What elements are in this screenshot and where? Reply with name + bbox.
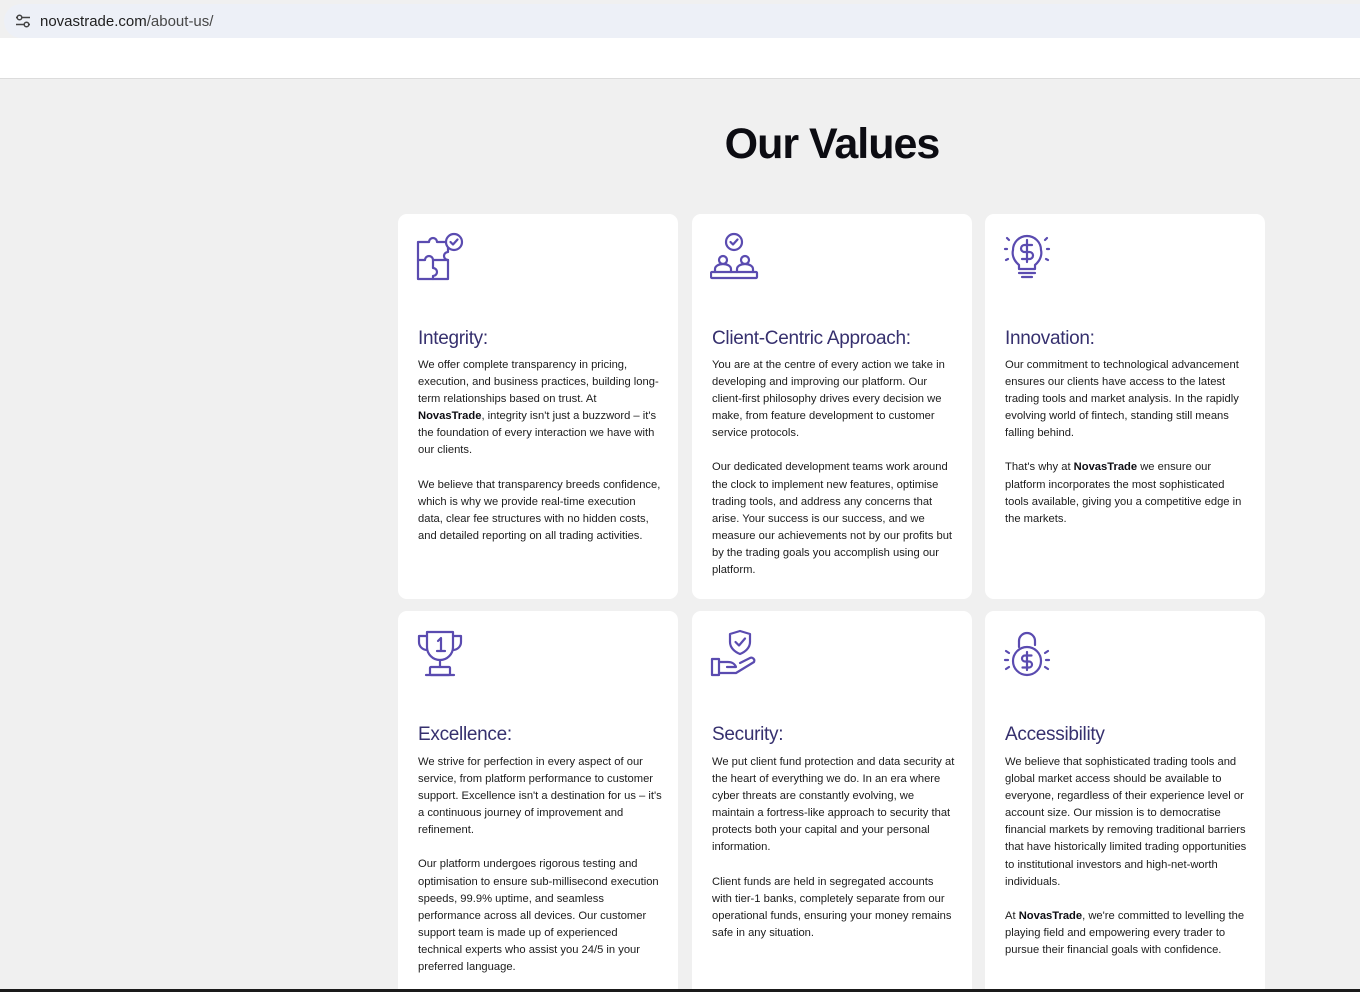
- value-title: Client-Centric Approach:: [712, 328, 911, 349]
- lightbulb-dollar-icon: [1003, 232, 1053, 282]
- value-description: We strive for perfection in every aspect…: [418, 756, 662, 974]
- brand-name: NovasTrade: [1073, 461, 1138, 474]
- url-domain: novastrade.com: [40, 12, 147, 30]
- address-bar[interactable]: novastrade.com/about-us/: [4, 4, 1360, 38]
- value-title: Excellence:: [418, 724, 512, 745]
- value-title: Innovation:: [1005, 328, 1095, 349]
- value-card-accessibility: Accessibility We believe that sophistica…: [985, 611, 1265, 992]
- tune-icon[interactable]: [15, 14, 31, 28]
- value-title: Security:: [712, 724, 784, 745]
- value-card-integrity: Integrity: We offer complete transparenc…: [398, 214, 678, 599]
- hand-shield-icon: [710, 629, 760, 679]
- url-path: /about-us/: [146, 12, 214, 30]
- value-title: Integrity:: [418, 328, 488, 349]
- value-card-client-centric: Client-Centric Approach: You are at the …: [692, 214, 972, 599]
- value-description: We believe that sophisticated trading to…: [1005, 756, 1247, 956]
- brand-name: NovasTrade: [1018, 909, 1083, 922]
- site-header: [0, 38, 1360, 79]
- unlock-dollar-icon: [1003, 629, 1053, 679]
- value-description: You are at the centre of every action we…: [712, 359, 953, 577]
- value-card-innovation: Innovation: Our commitment to technologi…: [985, 214, 1265, 599]
- value-description: We offer complete transparency in pricin…: [418, 359, 661, 542]
- value-card-excellence: Excellence: We strive for perfection in …: [398, 611, 678, 992]
- value-description: Our commitment to technological advancem…: [1005, 359, 1242, 525]
- people-check-icon: [710, 232, 760, 282]
- value-description: We put client fund protection and data s…: [712, 756, 955, 939]
- trophy-icon: [416, 629, 466, 679]
- value-card-security: Security: We put client fund protection …: [692, 611, 972, 992]
- page-title: Our Values: [724, 120, 941, 168]
- value-title: Accessibility: [1005, 724, 1105, 745]
- puzzle-check-icon: [416, 232, 466, 282]
- url-text[interactable]: novastrade.com/about-us/: [40, 13, 213, 30]
- brand-name: NovasTrade: [418, 410, 482, 423]
